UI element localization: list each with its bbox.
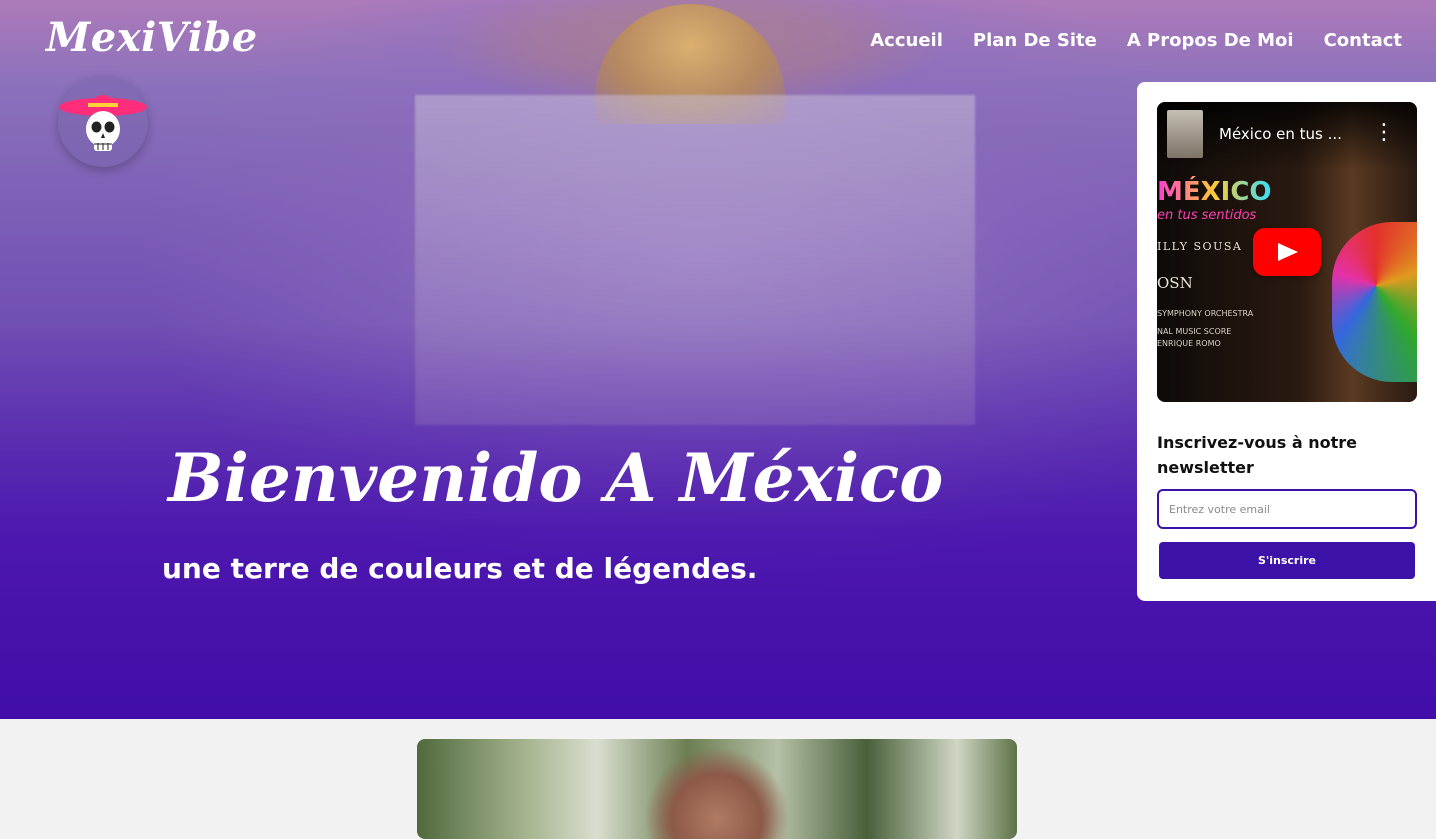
video-overlay-subtitle: en tus sentidos	[1157, 208, 1257, 223]
video-title[interactable]: México en tus ...	[1219, 124, 1342, 144]
sombrero-skull-icon	[58, 77, 148, 167]
video-overlay-line: ENRIQUE ROMO	[1157, 339, 1221, 348]
nav-accueil[interactable]: Accueil	[870, 28, 943, 54]
video-dancer-image	[1332, 222, 1417, 382]
featured-image-card[interactable]	[417, 739, 1017, 839]
subscribe-button[interactable]: S'inscrire	[1159, 542, 1415, 579]
video-overlay-title: MÉXICO	[1157, 177, 1272, 207]
hero-subtitle: une terre de couleurs et de légendes.	[162, 552, 758, 585]
site-logo[interactable]: MexiVibe	[46, 10, 258, 66]
channel-avatar[interactable]	[1167, 110, 1203, 158]
youtube-video-embed[interactable]: MÉXICO en tus sentidos ILLY SOUSA OSN SY…	[1157, 102, 1417, 402]
hero-title: Bienvenido A México	[168, 439, 944, 517]
more-vertical-icon[interactable]: ⋮	[1373, 120, 1395, 146]
video-overlay-credit: ILLY SOUSA	[1157, 240, 1243, 253]
email-input[interactable]	[1157, 489, 1417, 529]
nav-a-propos[interactable]: A Propos De Moi	[1127, 28, 1294, 54]
sidebar-panel: MÉXICO en tus sentidos ILLY SOUSA OSN SY…	[1137, 82, 1436, 601]
hero-background-building	[415, 95, 975, 425]
nav-contact[interactable]: Contact	[1324, 28, 1402, 54]
play-button[interactable]	[1253, 228, 1321, 276]
video-overlay-orchestra: OSN	[1157, 274, 1193, 292]
video-overlay-line: NAL MUSIC SCORE	[1157, 327, 1232, 336]
play-icon	[1278, 243, 1298, 261]
newsletter-title: Inscrivez-vous à notre newsletter	[1157, 433, 1358, 477]
main-nav: Accueil Plan De Site A Propos De Moi Con…	[870, 28, 1402, 54]
nav-plan-de-site[interactable]: Plan De Site	[973, 28, 1097, 54]
video-overlay-line: SYMPHONY ORCHESTRA	[1157, 309, 1254, 318]
